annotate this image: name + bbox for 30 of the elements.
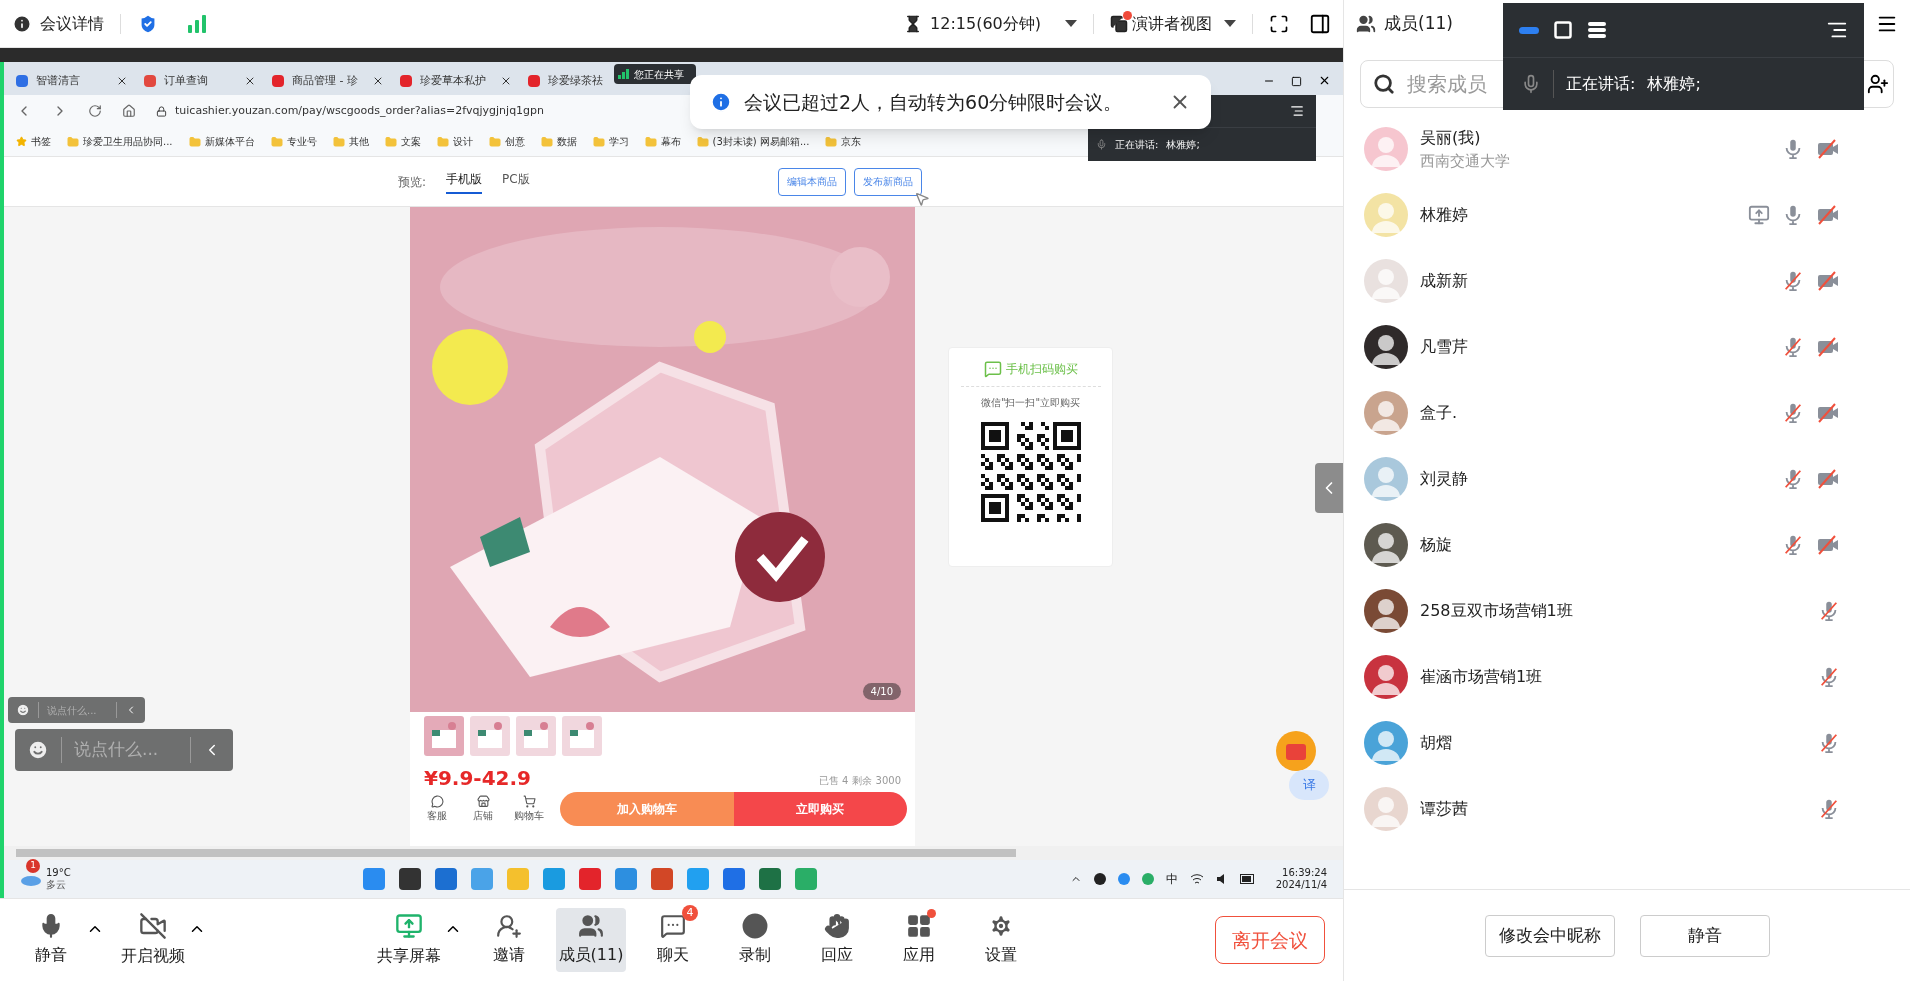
clock-date: 2024/11/4 bbox=[1275, 879, 1327, 892]
speaking-label: 正在讲话: bbox=[1566, 73, 1636, 95]
member-name: 刘灵静 bbox=[1420, 468, 1469, 490]
member-name: 吴丽(我) bbox=[1420, 126, 1482, 149]
panel-title: 成员(11) bbox=[1384, 12, 1453, 36]
price: ¥9.9-42.9 bbox=[424, 768, 531, 788]
speaker-name: 林雅婷; bbox=[1166, 138, 1200, 152]
qr-hint: 微信"扫一扫"立即购买 bbox=[980, 396, 1081, 410]
speaker-name: 林雅婷; bbox=[1647, 73, 1701, 95]
member-name: 胡熠 bbox=[1420, 732, 1453, 754]
member-subtitle: 西南交通大学 bbox=[1420, 150, 1511, 172]
member-name: 林雅婷 bbox=[1420, 204, 1469, 226]
member-name: 凡雪芹 bbox=[1420, 336, 1469, 358]
member-name: 258豆双市场营销1班 bbox=[1420, 600, 1574, 622]
preview-label: 预览: bbox=[398, 173, 427, 191]
member-name: 杨旋 bbox=[1420, 534, 1453, 556]
weather-text: 多云 bbox=[46, 879, 67, 892]
member-name: 成新新 bbox=[1420, 270, 1469, 292]
speaking-label: 正在讲话: bbox=[1115, 138, 1159, 152]
toast-message: 会议已超过2人，自动转为60分钟限时会议。 bbox=[744, 89, 1123, 115]
sharing-indicator: 您正在共享 bbox=[614, 64, 696, 84]
temperature: 19°C bbox=[46, 866, 71, 879]
stock-count: 剩余 3000 bbox=[852, 774, 901, 788]
sold-count: 已售 4 bbox=[818, 774, 849, 788]
clock-time: 16:39:24 bbox=[1282, 866, 1327, 879]
member-name: 盒子. bbox=[1420, 402, 1459, 424]
member-name: 崔涵市场营销1班 bbox=[1420, 666, 1544, 688]
count-badge: 4 bbox=[682, 905, 698, 921]
qr-title: 手机扫码购买 bbox=[1005, 361, 1078, 378]
member-name: 谭莎茜 bbox=[1420, 798, 1469, 820]
